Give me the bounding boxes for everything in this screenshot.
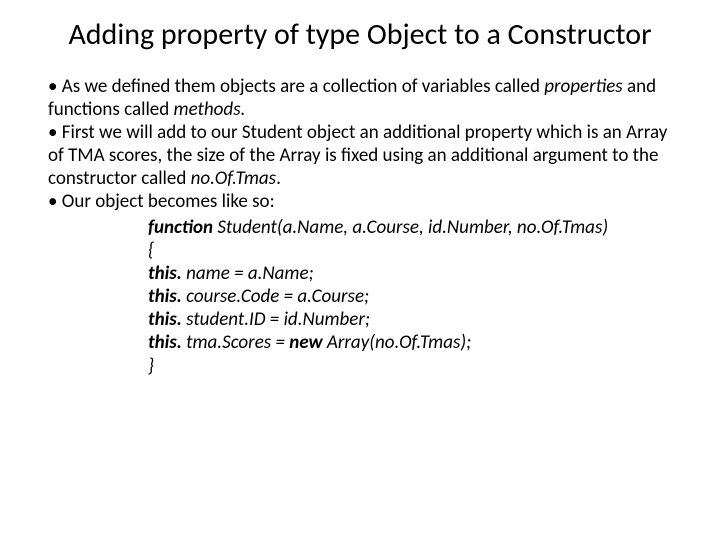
bullet-3-text: • Our object becomes like so: [48,190,275,213]
slide: Adding property of type Object to a Cons… [0,0,720,540]
code-line-7: } [148,355,672,378]
bullet-1-em-methods: methods. [174,98,246,121]
keyword-function: function [148,216,213,239]
code-line-5-rest: student.ID = id.Number; [182,308,370,331]
code-line-1: function Student(a.Name, a.Course, id.Nu… [148,216,672,239]
keyword-this-6: this. [148,331,182,354]
code-line-4: this. course.Code = a.Course; [148,285,672,308]
slide-body: • As we defined them objects are a colle… [48,75,672,378]
bullet-2-em-nooftmas: no.Of.Tmas [191,167,276,190]
code-line-1-rest: Student(a.Name, a.Course, id.Number, no.… [213,216,608,239]
bullet-2: • First we will add to our Student objec… [48,121,672,191]
bullet-1-text-pre: • As we defined them objects are a colle… [48,75,544,98]
slide-title: Adding property of type Object to a Cons… [48,18,672,53]
keyword-this-3: this. [148,262,182,285]
keyword-this-5: this. [148,308,182,331]
bullet-2-text-pre: • First we will add to our Student objec… [48,121,667,190]
bullet-1-em-properties: properties [544,75,622,98]
keyword-this-4: this. [148,285,182,308]
bullet-3: • Our object becomes like so: [48,190,672,213]
code-line-5: this. student.ID = id.Number; [148,308,672,331]
bullet-1: • As we defined them objects are a colle… [48,75,672,121]
code-line-3: this. name = a.Name; [148,262,672,285]
code-line-6-rest: Array(no.Of.Tmas); [323,331,472,354]
code-line-3-rest: name = a.Name; [182,262,314,285]
bullet-2-text-post: . [276,167,281,190]
code-line-6-mid: tma.Scores = [182,331,289,354]
code-line-6: this. tma.Scores = new Array(no.Of.Tmas)… [148,331,672,354]
code-line-4-rest: course.Code = a.Course; [182,285,369,308]
keyword-new: new [289,331,322,354]
code-line-2: { [148,239,672,262]
code-block: function Student(a.Name, a.Course, id.Nu… [48,216,672,378]
